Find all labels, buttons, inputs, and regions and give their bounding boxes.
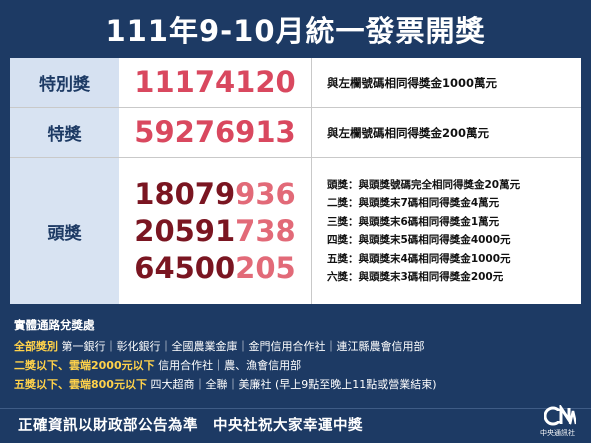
redemption-line-all: 全部獎別 第一銀行｜彰化銀行｜全國農業金庫｜金門信用合作社｜連江縣農會信用部 (14, 340, 425, 353)
cna-logo-icon (544, 405, 576, 426)
prize-tier-item: 頭獎：與頭獎號碼完全相同得獎金20萬元 (327, 178, 521, 191)
redemption-line-second: 二獎以下、雲端2000元以下 信用合作社｜農、漁會信用部 (14, 359, 302, 372)
prize-tier-item: 四獎：與頭獎末5碼相同得獎金4000元 (327, 234, 511, 246)
redemption-line-fifth: 五獎以下、雲端800元以下 四大超商｜全聯｜美廉社 (早上9點至晚上11點或營業… (14, 378, 437, 391)
grand-prize-label: 特獎 (10, 108, 119, 157)
prize-tier-item: 六獎：與頭獎末3碼相同得獎金200元 (327, 271, 504, 283)
redemption-info: 實體通路兌獎處 全部獎別 第一銀行｜彰化銀行｜全國農業金庫｜金門信用合作社｜連江… (0, 304, 591, 408)
grand-prize-desc-text: 與左欄號碼相同得獎金 (327, 125, 442, 140)
special-prize-amount: 1000萬元 (442, 75, 498, 90)
cna-logo-text: 中央通訊社 (540, 429, 575, 437)
first-prize-number-3: 64500205 (134, 250, 296, 285)
prize-tier-item: 二獎：與頭獎末7碼相同得獎金4萬元 (327, 197, 500, 209)
special-prize-desc-text: 與左欄號碼相同得獎金 (327, 75, 442, 90)
prize-tier-list: 頭獎：與頭獎號碼完全相同得獎金20萬元 二獎：與頭獎末7碼相同得獎金4萬元 三獎… (327, 158, 520, 304)
cna-logo: 中央通訊社 (540, 405, 580, 439)
grand-prize-number-cell: 59276913 (119, 108, 312, 157)
page-title: 111年9-10月統一發票開獎 (105, 14, 486, 48)
prize-tier-item: 五獎：與頭獎末4碼相同得獎金1000元 (327, 252, 511, 265)
footer-text: 正確資訊以財政部公告為準 中央社祝大家幸運中獎 (18, 418, 363, 434)
first-prize-number-1: 18079936 (134, 176, 296, 211)
grand-prize-row: 特獎 59276913 與左欄號碼相同得獎金 200萬元 (10, 108, 581, 158)
first-prize-number-cell: 18079936 20591738 64500205 (119, 158, 312, 304)
first-prize-row: 頭獎 18079936 20591738 64500205 頭獎：與頭獎號碼完全… (10, 158, 581, 304)
special-prize-number: 11174120 (134, 65, 296, 99)
special-prize-row: 特別獎 11174120 與左欄號碼相同得獎金 1000萬元 (10, 58, 581, 108)
special-prize-label: 特別獎 (10, 58, 119, 107)
prize-table: 特別獎 11174120 與左欄號碼相同得獎金 1000萬元 特獎 5927691… (10, 58, 581, 304)
grand-prize-number: 59276913 (134, 115, 296, 149)
special-prize-number-cell: 11174120 (119, 58, 312, 107)
footer: 正確資訊以財政部公告為準 中央社祝大家幸運中獎 (0, 408, 591, 443)
first-prize-number-2: 20591738 (134, 213, 296, 248)
redemption-title: 實體通路兌獎處 (14, 318, 95, 332)
prize-tier-item: 三獎：與頭獎末6碼相同得獎金1萬元 (327, 215, 500, 228)
header: 111年9-10月統一發票開獎 (0, 0, 591, 58)
grand-prize-desc: 與左欄號碼相同得獎金 200萬元 (327, 108, 489, 157)
grand-prize-amount: 200萬元 (442, 125, 490, 140)
special-prize-desc: 與左欄號碼相同得獎金 1000萬元 (327, 58, 497, 107)
first-prize-label: 頭獎 (10, 158, 119, 304)
